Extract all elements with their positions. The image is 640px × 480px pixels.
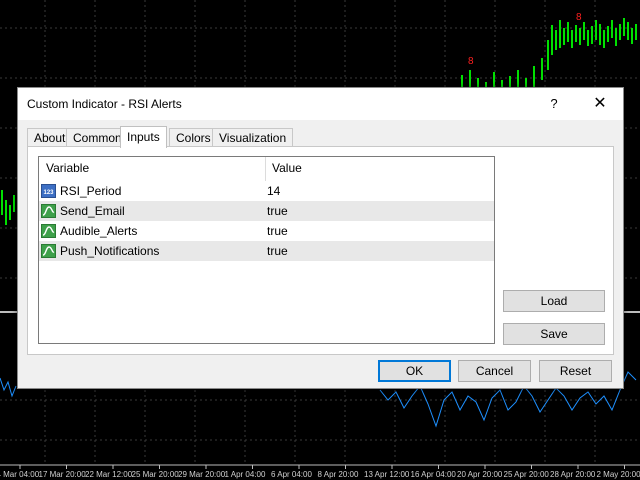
signal-marker-up: 8 [468,56,474,67]
input-value[interactable]: true [267,204,288,218]
svg-text:123: 123 [43,190,54,196]
time-axis-label: 6 Apr 04:00 [271,470,312,479]
load-button-label: Load [540,294,568,308]
input-row-rsi-period[interactable]: 123 RSI_Period 14 [39,181,494,201]
save-button-label: Save [540,327,568,341]
boolean-curve-icon [41,204,56,218]
time-axis-label: 8 Apr 20:00 [318,470,359,479]
load-button[interactable]: Load [503,290,605,312]
column-divider[interactable] [265,157,266,181]
reset-button[interactable]: Reset [539,360,612,382]
time-axis-label: 28 Apr 20:00 [550,470,596,479]
input-row-push-notifications[interactable]: Push_Notifications true [39,241,494,261]
inputs-grid: Variable Value 123 RSI_Period 14 Send_Em… [38,156,495,344]
input-row-audible-alerts[interactable]: Audible_Alerts true [39,221,494,241]
input-variable-name: RSI_Period [60,184,122,198]
time-axis-label: 1 Apr 04:00 [225,470,266,479]
input-variable-name: Send_Email [60,204,125,218]
input-value[interactable]: true [267,224,288,238]
cancel-button[interactable]: Cancel [458,360,531,382]
inputs-grid-header: Variable Value [39,157,494,181]
ok-button[interactable]: OK [378,360,451,382]
custom-indicator-dialog: Custom Indicator - RSI Alerts ? ✕ About … [17,87,624,389]
time-axis-label: 29 Mar 20:00 [178,470,226,479]
tab-visualization[interactable]: Visualization [212,128,294,147]
input-row-send-email[interactable]: Send_Email true [39,201,494,221]
time-axis-label: 17 Mar 20:00 [39,470,87,479]
tab-inputs[interactable]: Inputs [120,126,167,148]
help-button[interactable]: ? [542,94,566,114]
save-button[interactable]: Save [503,323,605,345]
tab-colors[interactable]: Colors [169,128,218,147]
numeric-123-icon: 123 [41,184,56,198]
input-value[interactable]: true [267,244,288,258]
price-candles-left [1,190,15,225]
time-axis-label: 13 Apr 12:00 [364,470,410,479]
dialog-title: Custom Indicator - RSI Alerts [27,97,182,111]
time-axis-label: 16 Apr 04:00 [411,470,457,479]
time-axis-label: 14 Mar 04:00 [0,470,40,479]
time-axis-label: 20 Apr 20:00 [457,470,503,479]
inputs-tab-panel: Variable Value 123 RSI_Period 14 Send_Em… [27,146,614,355]
column-header-variable[interactable]: Variable [46,161,89,175]
time-axis-label: 22 Mar 12:00 [85,470,133,479]
input-variable-name: Push_Notifications [60,244,160,258]
column-header-value[interactable]: Value [272,161,302,175]
boolean-curve-icon [41,244,56,258]
rsi-line-left [0,377,17,398]
time-axis-label: 25 Apr 20:00 [504,470,550,479]
input-value[interactable]: 14 [267,184,280,198]
close-button[interactable]: ✕ [588,94,612,114]
time-axis-label: 25 Mar 20:00 [132,470,180,479]
time-axis-label: 2 May 20:00 [597,470,640,479]
dialog-titlebar[interactable]: Custom Indicator - RSI Alerts ? ✕ [18,88,623,120]
boolean-curve-icon [41,224,56,238]
signal-marker-down: 8 [576,12,582,23]
time-axis-labels: 14 Mar 04:0017 Mar 20:0022 Mar 12:0025 M… [0,465,640,479]
input-variable-name: Audible_Alerts [60,224,138,238]
